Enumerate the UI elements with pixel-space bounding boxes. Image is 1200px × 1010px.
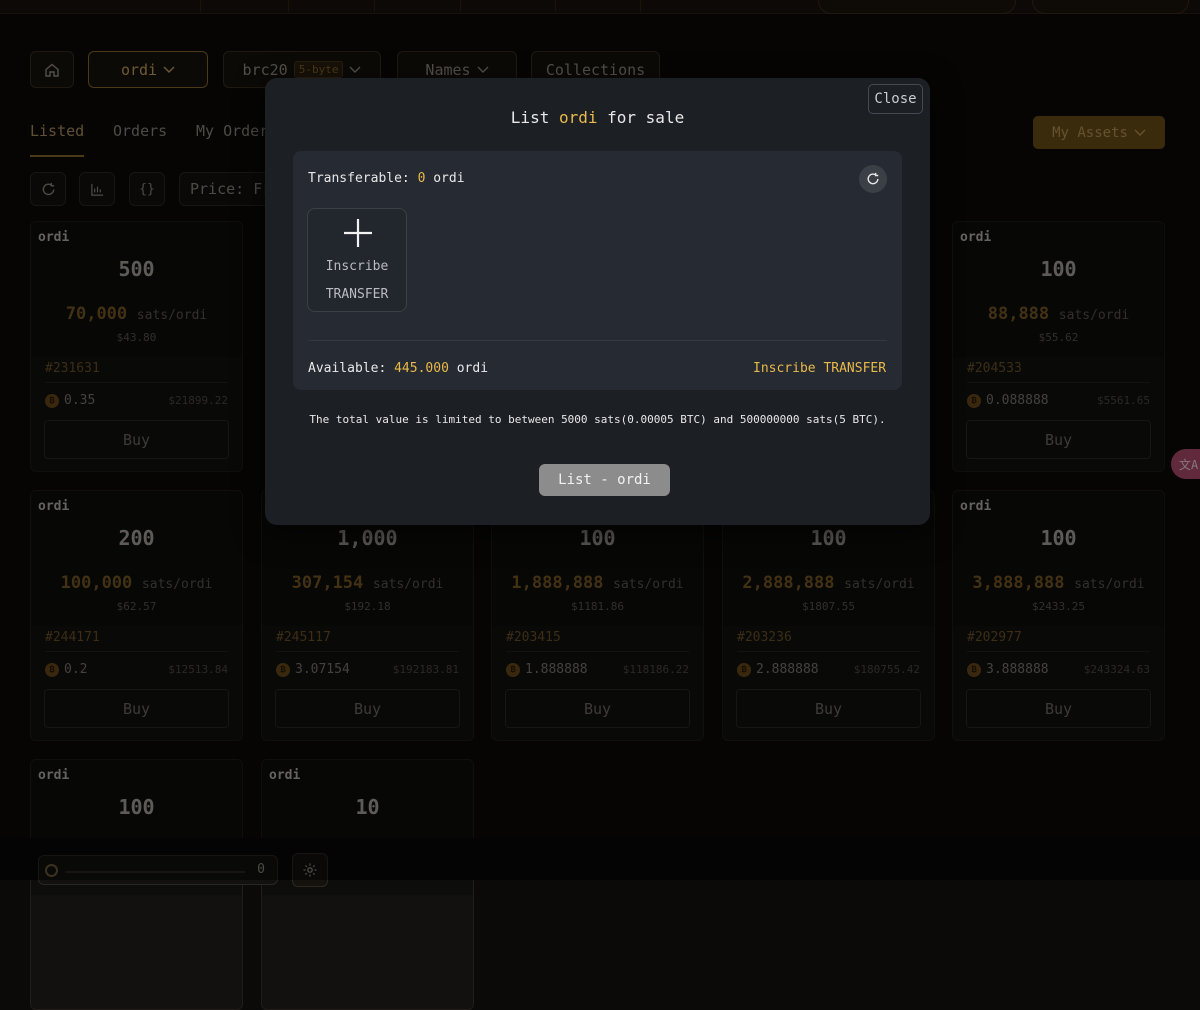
plus-icon (344, 219, 372, 247)
title-prefix: List (510, 108, 550, 127)
inscribe-tile-line1: Inscribe (325, 259, 389, 274)
transferable-line: Transferable: 0 ordi (308, 171, 465, 186)
inscribe-transfer-link[interactable]: Inscribe TRANSFER (753, 361, 886, 376)
available-unit: ordi (456, 361, 489, 376)
transferable-unit: ordi (433, 171, 465, 186)
inscribe-transfer-tile[interactable]: Inscribe TRANSFER (307, 208, 407, 312)
refresh-transferable-button[interactable] (859, 165, 887, 193)
title-suffix: for sale (607, 108, 685, 127)
available-line: Available: 445.000 ordi (308, 361, 488, 376)
title-ticker: ordi (558, 108, 598, 127)
modal-title: List ordi for sale (265, 108, 930, 127)
list-button[interactable]: List - ordi (539, 464, 670, 496)
transferable-value: 0 (417, 171, 426, 186)
available-label: Available: (308, 361, 387, 376)
inscribe-tile-line2: TRANSFER (325, 287, 389, 302)
value-limit-note: The total value is limited to between 50… (309, 413, 886, 426)
transferable-label: Transferable: (308, 171, 410, 186)
refresh-icon (867, 172, 879, 185)
available-value: 445.000 (394, 361, 449, 376)
divider (308, 340, 887, 341)
